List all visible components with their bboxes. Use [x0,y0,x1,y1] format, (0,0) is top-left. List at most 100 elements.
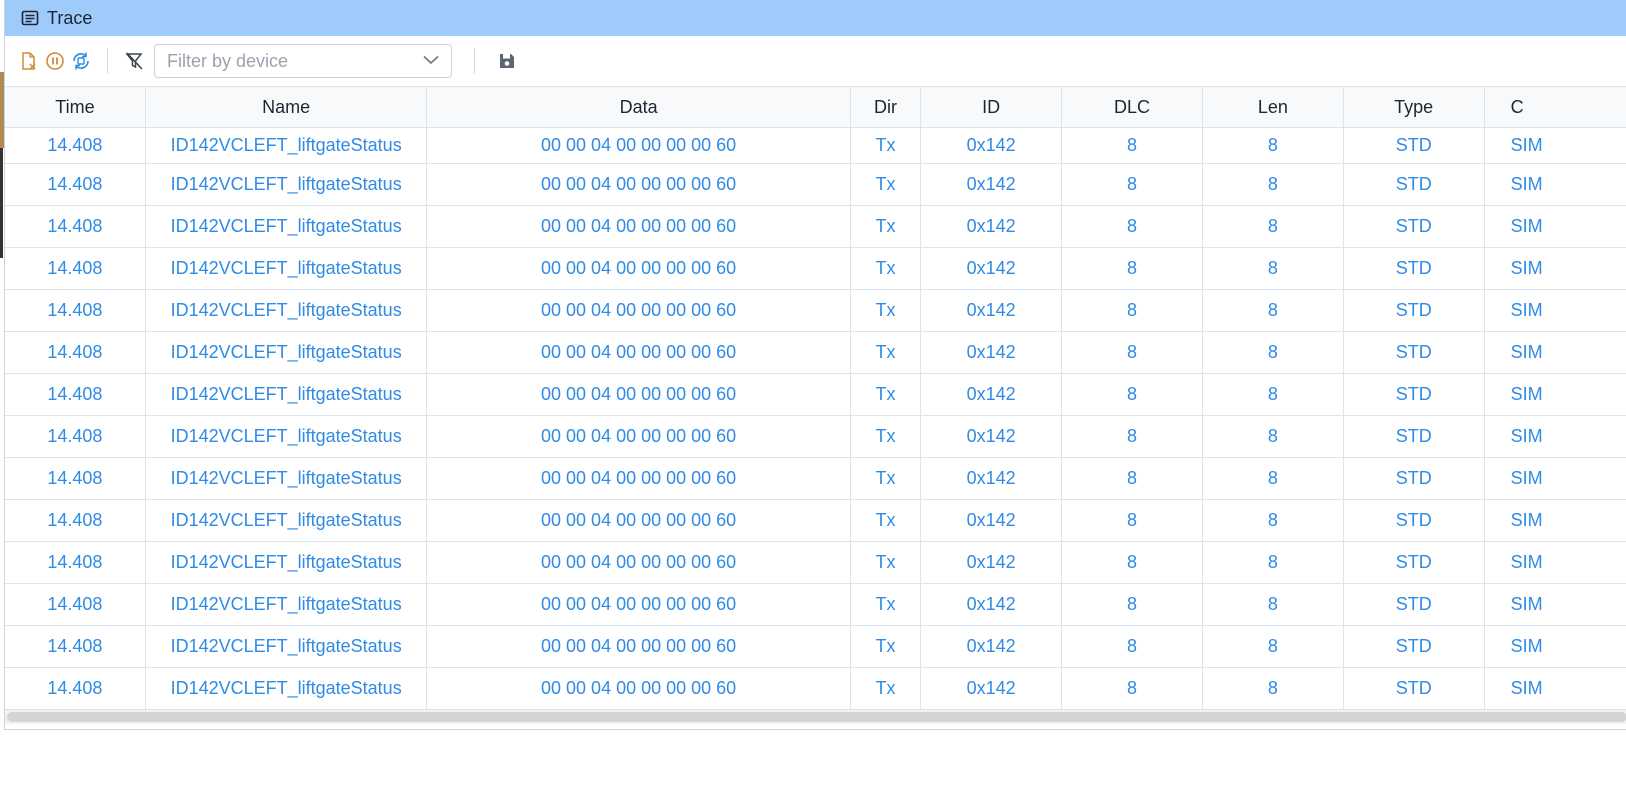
cell-dlc: 8 [1062,164,1203,205]
save-icon[interactable] [495,49,519,73]
cell-data: 00 00 04 00 00 00 00 60 [427,500,851,541]
cell-data: 00 00 04 00 00 00 00 60 [427,542,851,583]
cell-name: ID142VCLEFT_liftgateStatus [146,206,428,247]
cell-data: 00 00 04 00 00 00 00 60 [427,290,851,331]
cell-time: 14.408 [5,374,146,415]
cell-dlc: 8 [1062,500,1203,541]
cell-name: ID142VCLEFT_liftgateStatus [146,500,428,541]
cell-time: 14.408 [5,584,146,625]
cell-id: 0x142 [921,128,1063,163]
column-header-data[interactable]: Data [427,87,851,127]
cell-dir: Tx [851,668,922,709]
cell-dlc: 8 [1062,584,1203,625]
table-row[interactable]: 14.408 ID142VCLEFT_liftgateStatus 00 00 04… [5,584,1626,626]
cell-type: STD [1344,584,1485,625]
cell-time: 14.408 [5,248,146,289]
table-row[interactable]: 14.408 ID142VCLEFT_liftgateStatus 00 00 04… [5,128,1626,164]
table-row[interactable]: 14.408 ID142VCLEFT_liftgateStatus 00 00 04… [5,500,1626,542]
column-header-dlc[interactable]: DLC [1062,87,1203,127]
cell-id: 0x142 [921,332,1063,373]
cell-name: ID142VCLEFT_liftgateStatus [146,626,428,667]
cell-id: 0x142 [921,542,1063,583]
table-row[interactable]: 14.408 ID142VCLEFT_liftgateStatus 00 00 04… [5,626,1626,668]
cell-id: 0x142 [921,500,1063,541]
cell-type: STD [1344,542,1485,583]
cell-channel: SIM [1485,500,1626,541]
trace-window: Trace Filter by device Time Name Data Di… [4,0,1626,730]
cell-dir: Tx [851,206,922,247]
cell-dir: Tx [851,626,922,667]
window-title: Trace [47,7,93,28]
title-bar[interactable]: Trace [5,0,1626,36]
cell-channel: SIM [1485,374,1626,415]
cell-dlc: 8 [1062,458,1203,499]
cell-dlc: 8 [1062,542,1203,583]
column-header-time[interactable]: Time [5,87,146,127]
cell-name: ID142VCLEFT_liftgateStatus [146,416,428,457]
cell-data: 00 00 04 00 00 00 00 60 [427,248,851,289]
table-row[interactable]: 14.408 ID142VCLEFT_liftgateStatus 00 00 04… [5,248,1626,290]
cell-time: 14.408 [5,500,146,541]
table-row[interactable]: 14.408 ID142VCLEFT_liftgateStatus 00 00 04… [5,542,1626,584]
background-window-edge-dark [0,148,3,258]
table-row[interactable]: 14.408 ID142VCLEFT_liftgateStatus 00 00 04… [5,290,1626,332]
cell-channel: SIM [1485,626,1626,667]
cell-dlc: 8 [1062,416,1203,457]
column-header-channel[interactable]: C [1485,87,1626,127]
cell-len: 8 [1203,668,1344,709]
cell-dir: Tx [851,458,922,499]
cell-id: 0x142 [921,626,1063,667]
table-row[interactable]: 14.408 ID142VCLEFT_liftgateStatus 00 00 04… [5,668,1626,710]
cell-data: 00 00 04 00 00 00 00 60 [427,374,851,415]
cell-data: 00 00 04 00 00 00 00 60 [427,128,851,163]
table-row[interactable]: 14.408 ID142VCLEFT_liftgateStatus 00 00 04… [5,458,1626,500]
column-header-len[interactable]: Len [1203,87,1344,127]
sync-scroll-icon[interactable] [69,49,93,73]
column-header-dir[interactable]: Dir [851,87,922,127]
cell-channel: SIM [1485,128,1626,163]
column-header-type[interactable]: Type [1344,87,1485,127]
cell-data: 00 00 04 00 00 00 00 60 [427,458,851,499]
cell-dir: Tx [851,164,922,205]
cell-data: 00 00 04 00 00 00 00 60 [427,584,851,625]
trace-table: Time Name Data Dir ID DLC Len Type C 14.… [5,86,1626,710]
cell-time: 14.408 [5,542,146,583]
cell-channel: SIM [1485,290,1626,331]
pause-circle-icon[interactable] [43,49,67,73]
cell-type: STD [1344,374,1485,415]
filter-clear-icon[interactable] [122,49,146,73]
cell-dir: Tx [851,248,922,289]
cell-name: ID142VCLEFT_liftgateStatus [146,374,428,415]
table-row[interactable]: 14.408 ID142VCLEFT_liftgateStatus 00 00 04… [5,164,1626,206]
scrollbar-thumb[interactable] [7,712,1626,722]
table-row[interactable]: 14.408 ID142VCLEFT_liftgateStatus 00 00 04… [5,374,1626,416]
cell-channel: SIM [1485,206,1626,247]
table-row[interactable]: 14.408 ID142VCLEFT_liftgateStatus 00 00 04… [5,206,1626,248]
column-header-id[interactable]: ID [921,87,1063,127]
cell-channel: SIM [1485,458,1626,499]
cell-name: ID142VCLEFT_liftgateStatus [146,458,428,499]
column-header-name[interactable]: Name [146,87,428,127]
cell-dir: Tx [851,542,922,583]
cell-type: STD [1344,248,1485,289]
device-filter-select[interactable]: Filter by device [154,44,452,78]
cell-len: 8 [1203,500,1344,541]
cell-dlc: 8 [1062,290,1203,331]
cell-id: 0x142 [921,416,1063,457]
cell-name: ID142VCLEFT_liftgateStatus [146,128,428,163]
cell-name: ID142VCLEFT_liftgateStatus [146,290,428,331]
cell-time: 14.408 [5,626,146,667]
cell-name: ID142VCLEFT_liftgateStatus [146,332,428,373]
cell-name: ID142VCLEFT_liftgateStatus [146,248,428,289]
clear-file-icon[interactable] [17,49,41,73]
cell-dlc: 8 [1062,248,1203,289]
list-icon [21,9,39,27]
table-row[interactable]: 14.408 ID142VCLEFT_liftgateStatus 00 00 04… [5,332,1626,374]
cell-id: 0x142 [921,374,1063,415]
table-row[interactable]: 14.408 ID142VCLEFT_liftgateStatus 00 00 04… [5,416,1626,458]
cell-len: 8 [1203,542,1344,583]
horizontal-scrollbar[interactable] [5,710,1626,724]
cell-time: 14.408 [5,458,146,499]
cell-len: 8 [1203,248,1344,289]
cell-channel: SIM [1485,584,1626,625]
